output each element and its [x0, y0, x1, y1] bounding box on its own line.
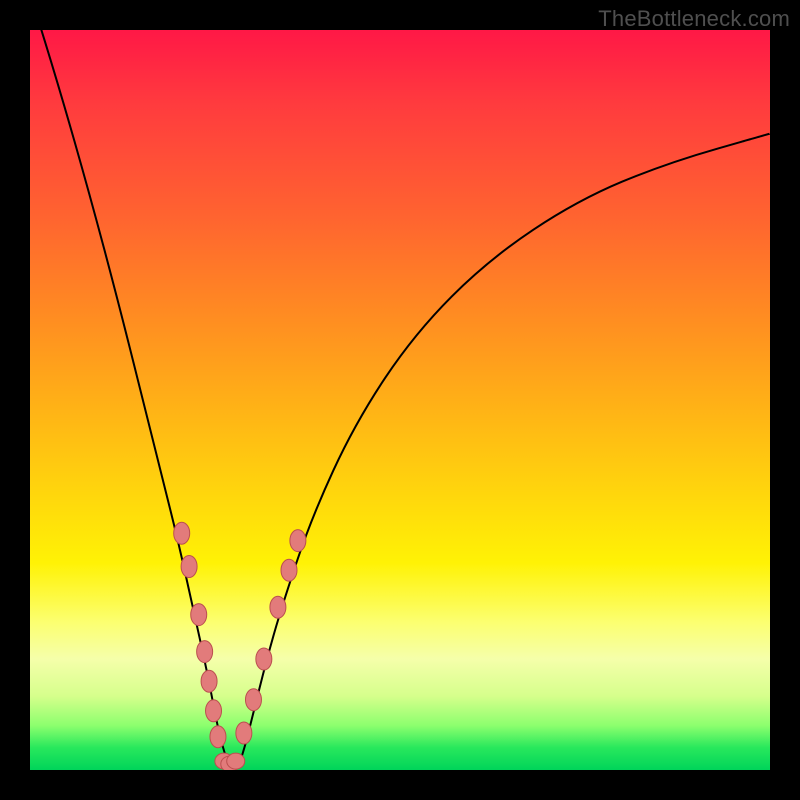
plot-area — [30, 30, 770, 770]
data-point — [236, 722, 252, 744]
bottleneck-curve — [30, 30, 770, 770]
data-point — [290, 530, 306, 552]
data-point — [227, 753, 245, 769]
data-point — [281, 559, 297, 581]
data-points — [174, 522, 306, 770]
data-point — [191, 604, 207, 626]
chart-svg — [30, 30, 770, 770]
watermark-text: TheBottleneck.com — [598, 6, 790, 32]
data-point — [256, 648, 272, 670]
data-point — [245, 689, 261, 711]
chart-frame: TheBottleneck.com — [0, 0, 800, 800]
data-point — [206, 700, 222, 722]
data-point — [174, 522, 190, 544]
data-point — [270, 596, 286, 618]
data-point — [197, 641, 213, 663]
data-point — [210, 726, 226, 748]
data-point — [181, 556, 197, 578]
data-point — [201, 670, 217, 692]
